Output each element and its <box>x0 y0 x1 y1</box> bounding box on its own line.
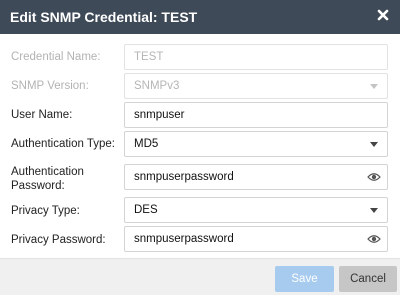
authentication-password-input[interactable]: snmpuserpassword <box>124 164 388 190</box>
snmp-version-select: SNMPv3 <box>124 73 388 99</box>
user-name-value: snmpuser <box>134 109 185 121</box>
chevron-down-icon <box>370 208 378 213</box>
authentication-type-select[interactable]: MD5 <box>124 131 388 157</box>
chevron-down-icon <box>370 142 378 147</box>
privacy-password-input[interactable]: snmpuserpassword <box>124 226 388 252</box>
credential-name-label: Credential Name: <box>11 51 101 63</box>
credential-name-field: TEST <box>124 44 388 70</box>
authentication-type-label: Authentication Type: <box>11 138 115 150</box>
authentication-password-label: Authentication Password: <box>11 165 84 193</box>
eye-icon[interactable] <box>367 172 381 182</box>
credential-name-value: TEST <box>134 51 164 63</box>
chevron-down-icon <box>370 84 378 89</box>
edit-snmp-credential-dialog: Edit SNMP Credential: TEST Credential Na… <box>0 0 400 295</box>
privacy-type-value: DES <box>134 204 158 216</box>
snmp-version-label: SNMP Version: <box>11 80 89 92</box>
authentication-password-label-line2: Password: <box>11 180 65 192</box>
dialog-footer: Save Cancel <box>0 258 400 295</box>
dialog-title: Edit SNMP Credential: TEST <box>10 9 198 25</box>
dialog-titlebar: Edit SNMP Credential: TEST <box>0 0 400 34</box>
eye-icon[interactable] <box>367 234 381 244</box>
user-name-label: User Name: <box>11 109 73 121</box>
authentication-password-value: snmpuserpassword <box>134 171 234 183</box>
authentication-password-label-line1: Authentication <box>11 166 84 178</box>
privacy-type-select[interactable]: DES <box>124 197 388 223</box>
user-name-input[interactable]: snmpuser <box>124 102 388 128</box>
privacy-password-value: snmpuserpassword <box>134 233 234 245</box>
snmp-version-value: SNMPv3 <box>134 80 180 92</box>
authentication-type-value: MD5 <box>134 138 159 150</box>
close-icon[interactable] <box>376 8 390 22</box>
save-button[interactable]: Save <box>275 266 334 292</box>
privacy-type-label: Privacy Type: <box>11 205 80 217</box>
cancel-button[interactable]: Cancel <box>339 266 397 292</box>
privacy-password-label: Privacy Password: <box>11 234 106 246</box>
